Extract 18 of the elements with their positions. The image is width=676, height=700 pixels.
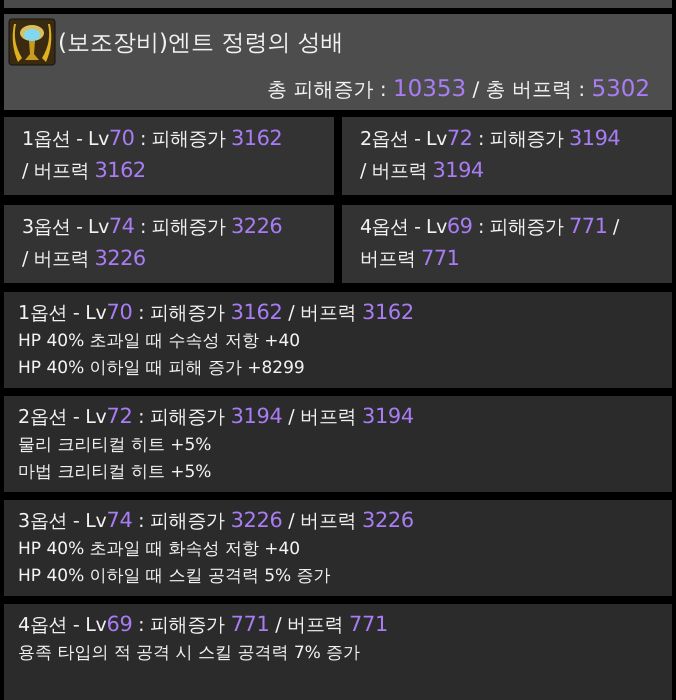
chalice-icon: [8, 18, 56, 66]
option-effect: HP 40% 이하일 때 피해 증가 +8299: [18, 357, 306, 380]
option-summary: 1옵션 - Lv70 : 피해증가 3162 / 버프력 3162: [4, 117, 334, 195]
option-heading: 4옵션 - Lv69 : 피해증가 771 / 버프력 771: [18, 611, 389, 638]
option-heading: 2옵션 - Lv72 : 피해증가 3194 / 버프력 3194: [18, 403, 415, 430]
option-summary: 4옵션 - Lv69 : 피해증가 771 / 버프력 771: [342, 205, 672, 283]
option-effect: 마법 크리티컬 히트 +5%: [18, 461, 212, 484]
option-effect: 물리 크리티컬 히트 +5%: [18, 434, 212, 457]
option-effect: HP 40% 이하일 때 스킬 공격력 5% 증가: [18, 565, 332, 588]
item-totals: 총 피해증가 : 10353 / 총 버프력 : 5302: [266, 76, 650, 103]
option-summary: 3옵션 - Lv74 : 피해증가 3226 / 버프력 3226: [4, 205, 334, 283]
option-heading: 1옵션 - Lv70 : 피해증가 3162 / 버프력 3162: [18, 299, 415, 326]
option-heading: 3옵션 - Lv74 : 피해증가 3226 / 버프력 3226: [18, 507, 415, 534]
option-effect: HP 40% 초과일 때 수속성 저항 +40: [18, 330, 302, 353]
item-name: (보조장비)엔트 정령의 성배: [58, 28, 344, 58]
option-summary: 2옵션 - Lv72 : 피해증가 3194 / 버프력 3194: [342, 117, 672, 195]
option-effect: 용족 타입의 적 공격 시 스킬 공격력 7% 증가: [18, 642, 362, 665]
option-effect: HP 40% 초과일 때 화속성 저항 +40: [18, 538, 302, 561]
